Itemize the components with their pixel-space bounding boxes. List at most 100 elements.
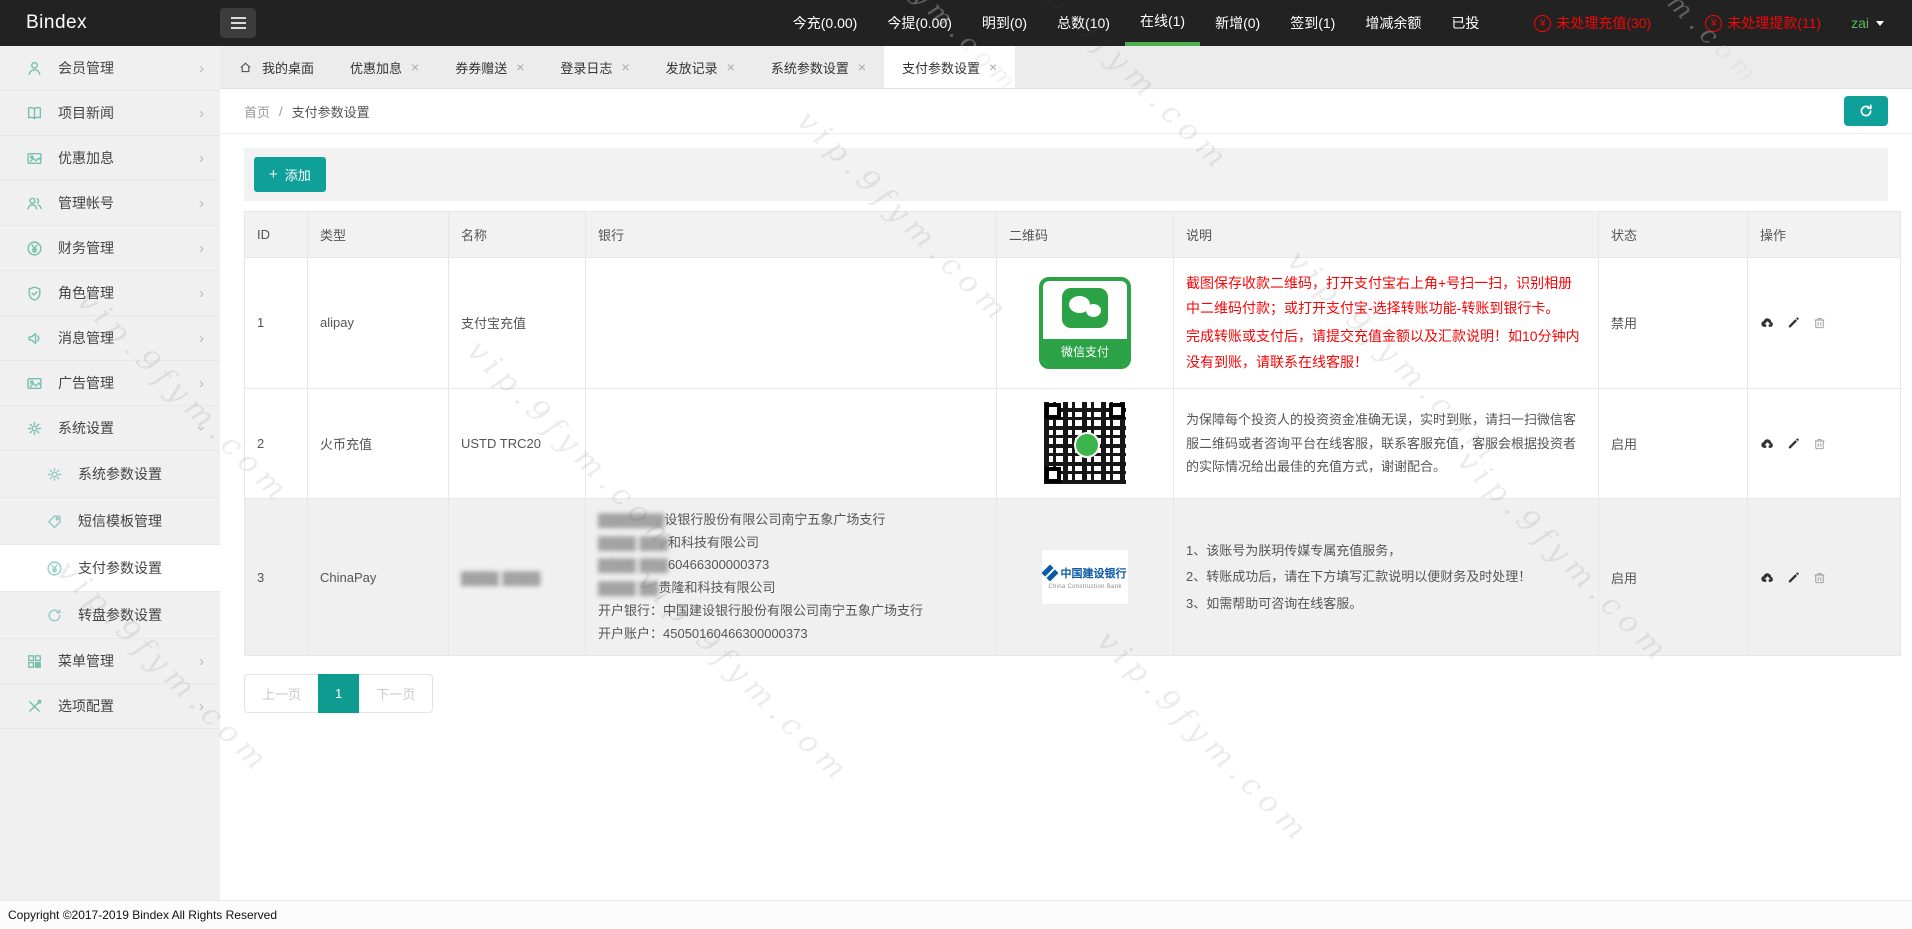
chevron-down-icon: ›	[193, 425, 210, 431]
stat-balance-adjust[interactable]: 增减余额	[1350, 0, 1436, 46]
sidebar-item-payment-params[interactable]: 支付参数设置	[0, 545, 220, 592]
cell-name: 支付宝充值	[448, 257, 586, 389]
tabbar: 我的桌面 优惠加息 × 券券赠送 × 登录日志 × 发放记录 × 系统参数设置 …	[220, 46, 1912, 89]
col-header-description: 说明	[1173, 211, 1599, 258]
tab-payment-params[interactable]: 支付参数设置 ×	[884, 46, 1016, 88]
sidebar-item-system-settings[interactable]: 系统设置 ›	[0, 406, 220, 451]
ccb-bank-logo-image: 中国建设银行 China Construction Bank	[1041, 549, 1129, 605]
rotate-icon	[46, 607, 63, 624]
trash-icon[interactable]	[1812, 570, 1827, 585]
close-icon[interactable]: ×	[727, 59, 735, 75]
sidebar-item-system-params[interactable]: 系统参数设置	[0, 451, 220, 498]
chevron-right-icon: ›	[199, 284, 204, 302]
sidebar-item-sms-templates[interactable]: 短信模板管理	[0, 498, 220, 545]
stat-signin[interactable]: 签到(1)	[1275, 0, 1350, 46]
sidebar-item-project-news[interactable]: 项目新闻 ›	[0, 91, 220, 136]
tab-my-desktop[interactable]: 我的桌面	[220, 46, 332, 88]
sidebar-item-ads[interactable]: 广告管理 ›	[0, 361, 220, 406]
topbar: Bindex 今充(0.00) 今提(0.00) 明到(0) 总数(10) 在线…	[0, 0, 1912, 46]
sidebar-item-admin-accounts[interactable]: 管理帐号 ›	[0, 181, 220, 226]
gear-icon	[26, 420, 43, 437]
trash-icon[interactable]	[1812, 315, 1827, 330]
payment-methods-table: ID 类型 名称 银行 二维码 说明 状态 操作 1 alipay 支付宝充值	[244, 211, 1901, 657]
tab-promo-interest[interactable]: 优惠加息 ×	[332, 46, 437, 88]
cloud-upload-icon[interactable]	[1760, 570, 1775, 585]
ad-image-icon	[26, 375, 43, 392]
users-icon	[26, 195, 43, 212]
sidebar-item-messages[interactable]: 消息管理 ›	[0, 316, 220, 361]
ccb-logo-icon	[1041, 564, 1058, 581]
cell-actions	[1747, 497, 1901, 657]
close-icon[interactable]: ×	[621, 59, 629, 75]
close-icon[interactable]: ×	[989, 59, 997, 75]
col-header-qrcode: 二维码	[996, 211, 1174, 258]
cell-type: ChinaPay	[307, 497, 449, 657]
pagination-page-1[interactable]: 1	[318, 674, 360, 714]
chevron-right-icon: ›	[199, 239, 204, 257]
breadcrumb-home-link[interactable]: 首页	[244, 102, 270, 121]
table-row: 1 alipay 支付宝充值 微信支付 截图保存收款二维码，打开支付宝右上角+号…	[244, 257, 1901, 389]
tab-dispatch-records[interactable]: 发放记录 ×	[648, 46, 753, 88]
tab-coupon-gift[interactable]: 券券赠送 ×	[437, 46, 542, 88]
sidebar-toggle-button[interactable]	[220, 8, 256, 38]
chevron-right-icon: ›	[199, 59, 204, 77]
add-button[interactable]: + 添加	[254, 157, 326, 192]
sidebar-item-promo-interest[interactable]: 优惠加息 ›	[0, 136, 220, 181]
close-icon[interactable]: ×	[858, 59, 866, 75]
cell-id: 1	[244, 257, 308, 389]
refresh-button[interactable]	[1844, 96, 1888, 126]
stat-due-tomorrow[interactable]: 明到(0)	[967, 0, 1042, 46]
cloud-upload-icon[interactable]	[1760, 315, 1775, 330]
app-logo: Bindex	[26, 12, 88, 33]
stat-today-recharge[interactable]: 今充(0.00)	[778, 0, 873, 46]
gear-icon	[46, 466, 63, 483]
edit-pencil-icon[interactable]	[1786, 436, 1801, 451]
yen-coin-icon	[46, 560, 63, 577]
breadcrumb-separator: /	[279, 103, 283, 119]
pending-withdraw-alert[interactable]: ¥ 未处理提款(11)	[1691, 0, 1835, 46]
sidebar-item-wheel-params[interactable]: 转盘参数设置	[0, 592, 220, 639]
qr-center-logo-icon	[1074, 432, 1100, 459]
sidebar-item-menu-management[interactable]: 菜单管理 ›	[0, 639, 220, 684]
cell-actions	[1747, 257, 1901, 389]
col-header-name: 名称	[448, 211, 586, 258]
pagination-prev-button[interactable]: 上一页	[244, 674, 319, 714]
stat-today-withdraw[interactable]: 今提(0.00)	[872, 0, 967, 46]
sidebar-item-finance[interactable]: 财务管理 ›	[0, 226, 220, 271]
user-menu[interactable]: zai	[1835, 0, 1912, 46]
table-toolbar: + 添加	[244, 148, 1888, 201]
edit-pencil-icon[interactable]	[1786, 315, 1801, 330]
close-icon[interactable]: ×	[516, 59, 524, 75]
tab-system-params[interactable]: 系统参数设置 ×	[753, 46, 884, 88]
username: zai	[1851, 15, 1869, 31]
col-header-actions: 操作	[1747, 211, 1901, 258]
sidebar: 会员管理 › 项目新闻 › 优惠加息 › 管理帐号 › 财务管理 › 角色管理 …	[0, 46, 220, 901]
stat-online[interactable]: 在线(1)	[1124, 0, 1201, 46]
cloud-upload-icon[interactable]	[1760, 436, 1775, 451]
trash-icon[interactable]	[1812, 436, 1827, 451]
home-icon	[238, 60, 253, 75]
tab-login-log[interactable]: 登录日志 ×	[542, 46, 647, 88]
stat-new[interactable]: 新增(0)	[1200, 0, 1275, 46]
refresh-icon	[1860, 104, 1872, 117]
sidebar-item-roles[interactable]: 角色管理 ›	[0, 271, 220, 316]
cell-status: 禁用	[1598, 257, 1748, 389]
col-header-bank: 银行	[585, 211, 997, 258]
qr-code-image	[1044, 402, 1126, 485]
stat-invested[interactable]: 已投	[1436, 0, 1494, 46]
sidebar-item-members[interactable]: 会员管理 ›	[0, 46, 220, 91]
close-icon[interactable]: ×	[411, 59, 419, 75]
col-header-id: ID	[244, 211, 308, 258]
cell-bank: ▓▓▓▓▓▓▓设银行股份有限公司南宁五象广场支行 ▓▓▓▓ ▓▓▓和科技有限公司…	[585, 497, 997, 657]
edit-pencil-icon[interactable]	[1786, 570, 1801, 585]
pagination-next-button[interactable]: 下一页	[359, 674, 434, 714]
cell-id: 3	[244, 497, 308, 657]
sidebar-item-option-config[interactable]: 选项配置 ›	[0, 684, 220, 729]
hamburger-icon	[230, 17, 246, 19]
chevron-right-icon: ›	[199, 329, 204, 347]
cell-name: USTD TRC20	[448, 387, 586, 499]
stat-total[interactable]: 总数(10)	[1042, 0, 1125, 46]
copyright-text: Copyright ©2017-2019 Bindex All Rights R…	[8, 908, 277, 922]
pending-recharge-alert[interactable]: ¥ 未处理充值(30)	[1520, 0, 1665, 46]
yen-coin-icon	[26, 240, 43, 257]
